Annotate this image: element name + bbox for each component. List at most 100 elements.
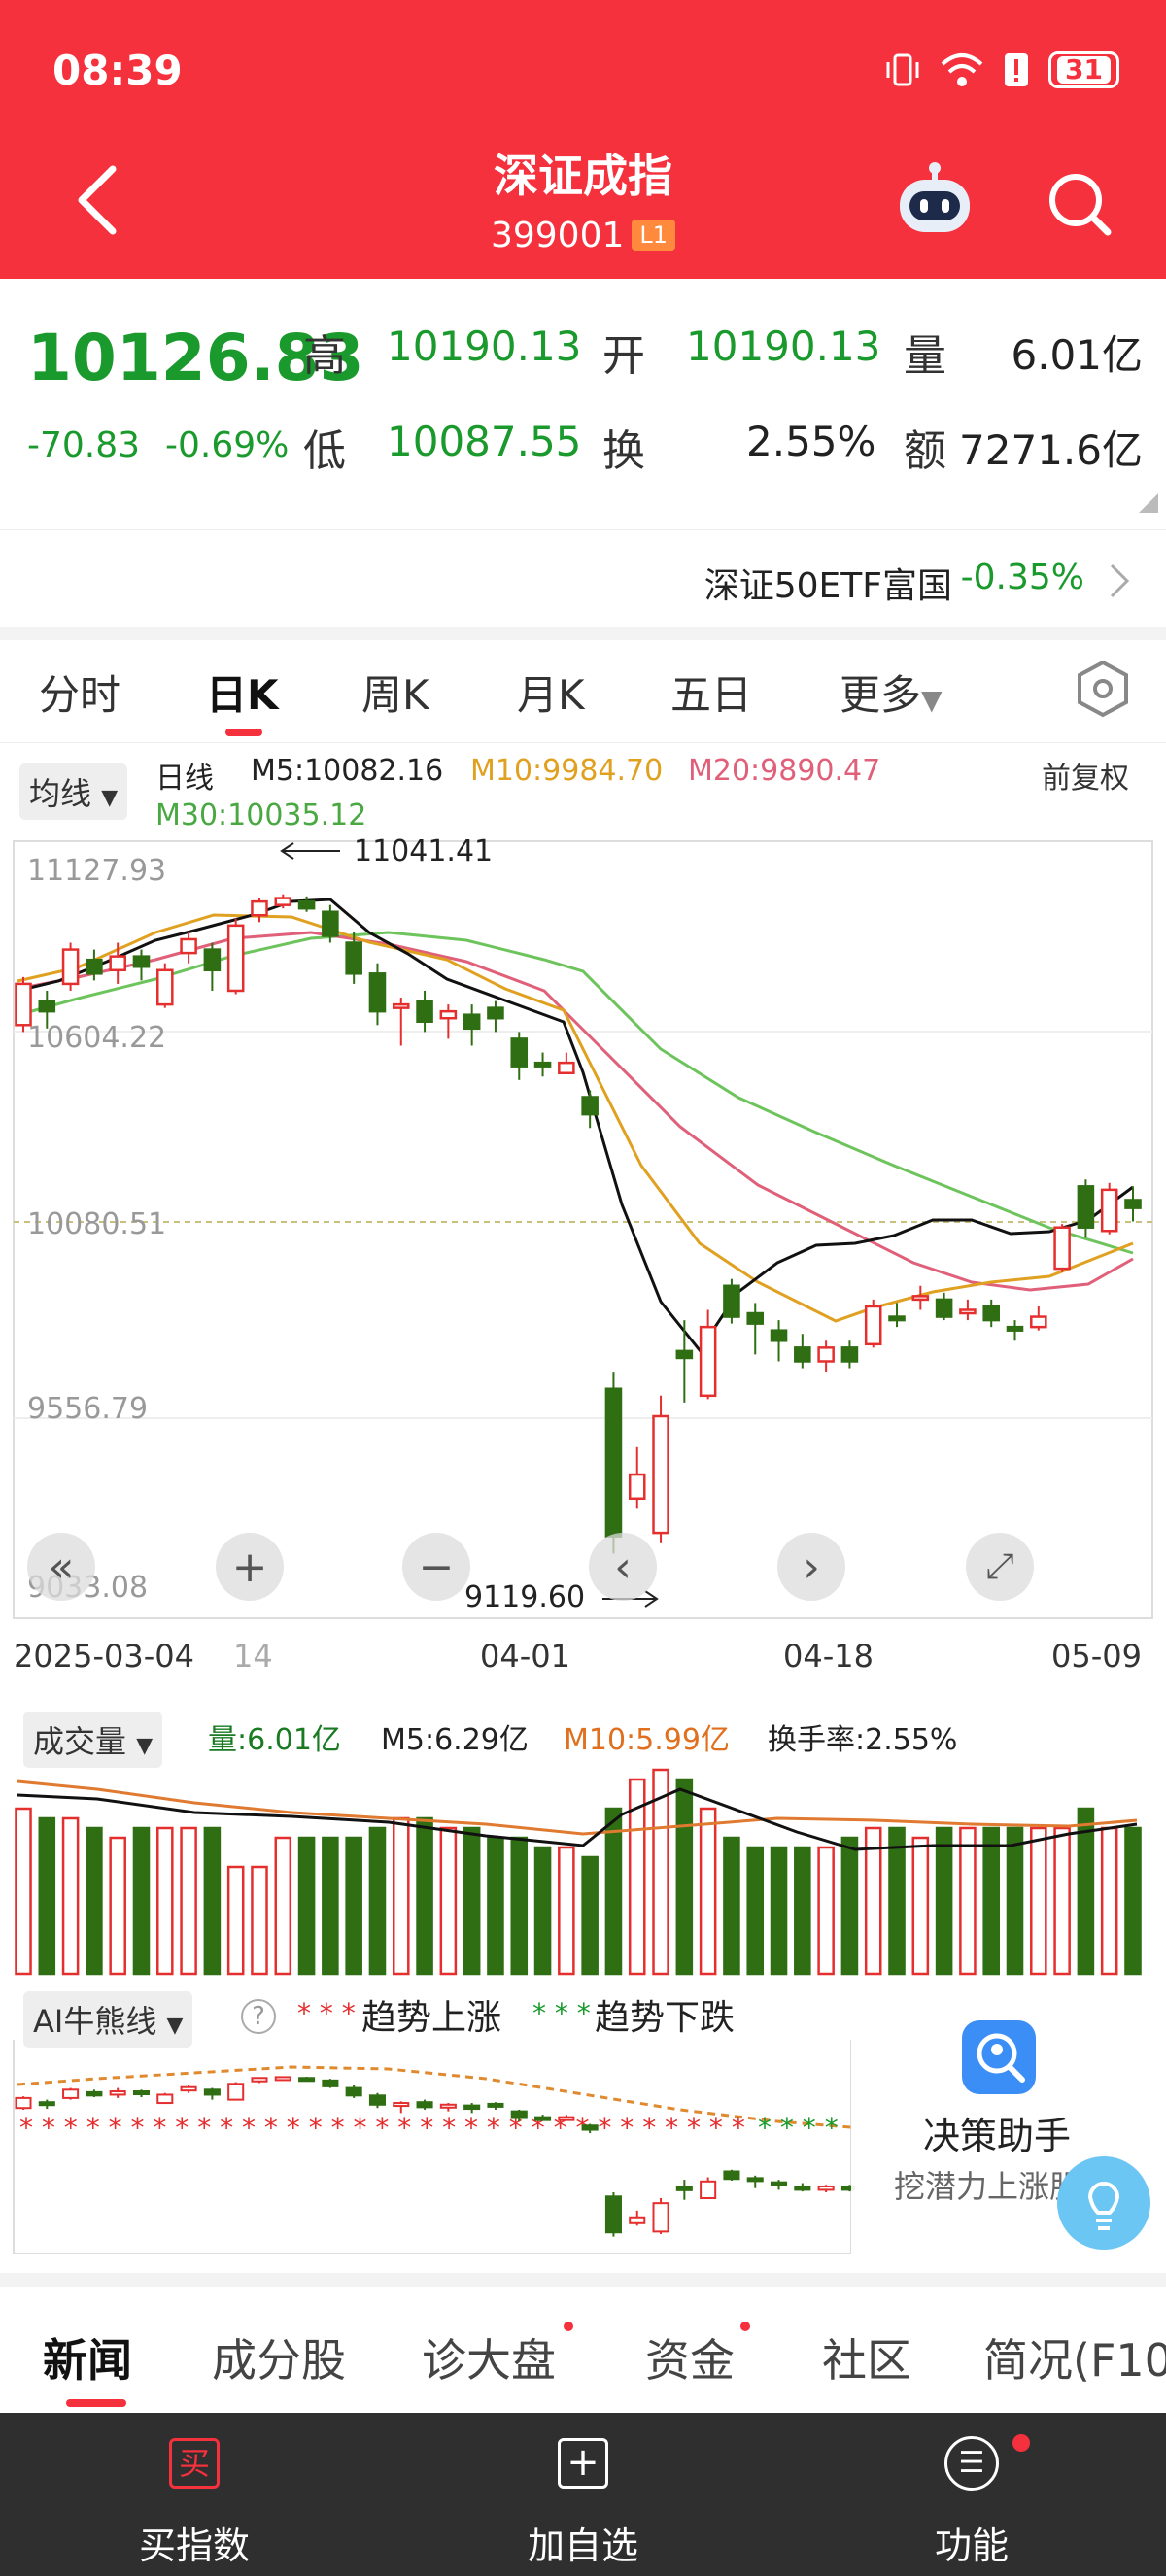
ai-candle-body [794,2185,811,2191]
tab-constituents[interactable]: 成分股 [212,2325,346,2390]
candle-body [1006,1325,1024,1332]
dropdown-icon: ▼ [166,2014,184,2038]
search-icon[interactable] [1046,170,1114,238]
volume-bar [61,1816,80,1976]
notification-dot [564,2322,573,2331]
robot-assistant-icon[interactable] [894,160,976,238]
ma5-value: M5:10082.16 [251,754,444,788]
volume-bar [156,1826,174,1976]
ai-candle-body [203,2088,221,2096]
tab-market-diagnosis[interactable]: 诊大盘 [422,2325,556,2390]
volume-bar [203,1826,222,1976]
add-watchlist-label: 加自选 [527,2525,638,2567]
tab-intraday[interactable]: 分时 [39,662,120,722]
y-tick: 9556.79 [27,1392,148,1426]
tab-more[interactable]: 更多▼ [840,662,943,722]
functions-button[interactable]: ☰ 功能 [777,2413,1166,2576]
ai-candles [15,2076,855,2237]
ai-candle-body [629,2216,646,2224]
trend-down-markers: * * * * [758,2112,839,2144]
volume-bar [699,1807,717,1976]
vibrate-icon [886,53,919,86]
volume-bar [558,1846,575,1976]
ai-candle-body [723,2170,740,2181]
related-etf-bar[interactable]: 深证50ETF富国 -0.35% [0,529,1166,627]
page-title: 深证成指 [494,150,672,202]
ai-candle-body [416,2101,433,2109]
candle-body [463,1013,481,1031]
ai-candle-body [487,2102,504,2108]
tab-news[interactable]: 新闻 [43,2325,132,2390]
ai-candle-body [604,2195,622,2234]
lightbulb-button[interactable] [1055,2154,1152,2252]
volume-m10-line [17,1779,1138,1836]
tab-weekly-k[interactable]: 周K [361,662,429,722]
candle-body [392,1002,410,1009]
volume-bar [251,1865,268,1976]
ai-candle-body [274,2076,292,2082]
volume-bar [1006,1826,1024,1976]
help-icon[interactable]: ? [241,1999,276,2034]
candle-body [558,1061,575,1074]
volume-bar [392,1816,410,1976]
x-tick: 04-01 [480,1638,570,1675]
ai-candle-body [817,2185,835,2191]
tab-funds[interactable]: 资金 [645,2325,735,2390]
candle-body [180,937,197,955]
buy-index-label: 买指数 [138,2525,250,2567]
ai-candle-body [298,2077,316,2083]
tab-community[interactable]: 社区 [822,2325,911,2390]
amount-label: 额 [904,426,946,476]
adjust-mode[interactable]: 前复权 [1042,754,1129,797]
candle-body [156,968,174,1006]
volume-bar [15,1807,32,1976]
zoom-in-button[interactable]: + [216,1533,284,1601]
x-tick: 2025-03-04 [14,1638,194,1675]
ma20-value: M20:9890.47 [688,754,881,788]
candle-body [1100,1188,1118,1233]
ai-candle-body [368,2094,387,2106]
buy-index-button[interactable]: 买 买指数 [0,2413,389,2576]
candle-body [794,1346,811,1363]
candle-body [959,1308,977,1315]
volume-bar [604,1807,623,1976]
ai-candle-body [345,2086,362,2097]
tab-monthly-k[interactable]: 月K [517,662,585,722]
ai-candle-body [439,2103,457,2109]
candle-body [770,1329,788,1342]
ma10-value: M10:9984.70 [470,754,664,788]
settings-hexagon-icon[interactable] [1075,659,1131,719]
volume-bar [1100,1826,1118,1976]
volume-chart [15,1768,1142,1976]
news-tabs: 新闻 成分股 诊大盘 资金 社区 简况(F10 [0,2273,1166,2409]
scroll-right-button[interactable]: › [777,1533,845,1601]
fullscreen-button[interactable]: ⤢ [966,1533,1034,1601]
volume-value: 6.01亿 [1011,331,1143,379]
candle-body [487,1006,504,1020]
zoom-out-button[interactable]: − [402,1533,470,1601]
volume-bar [840,1836,859,1976]
ai-candle-body [463,2104,481,2111]
tab-daily-k[interactable]: 日K [206,662,279,722]
assistant-title: 决策助手 [922,2115,1071,2157]
header: 08:39 31 深证成指 399001 L1 [0,0,1166,279]
scroll-left-button[interactable]: ‹ [589,1533,657,1601]
candle-body [1030,1315,1047,1329]
x-tick: 05-09 [1051,1638,1142,1675]
ai-candle-body [38,2101,55,2107]
candle-body [132,955,151,968]
tab-five-day[interactable]: 五日 [670,662,752,722]
bottom-action-bar: 买 买指数 + 加自选 ☰ 功能 [0,2413,1166,2576]
tab-profile[interactable]: 简况(F10 [983,2325,1166,2390]
volume-bar [723,1836,740,1976]
news-tab-indicator [66,2399,126,2407]
scroll-left-fast-button[interactable]: « [27,1533,95,1601]
ma-indicator-dropdown[interactable]: 均线 ▼ [19,763,128,820]
add-watchlist-button[interactable]: + 加自选 [389,2413,777,2576]
ai-candle-body [156,2093,174,2105]
status-time: 08:39 [52,47,183,94]
ai-candle-body [558,2116,575,2121]
volume-bar [888,1826,906,1976]
candle-body [911,1295,930,1302]
expand-corner-icon[interactable] [1139,493,1158,513]
